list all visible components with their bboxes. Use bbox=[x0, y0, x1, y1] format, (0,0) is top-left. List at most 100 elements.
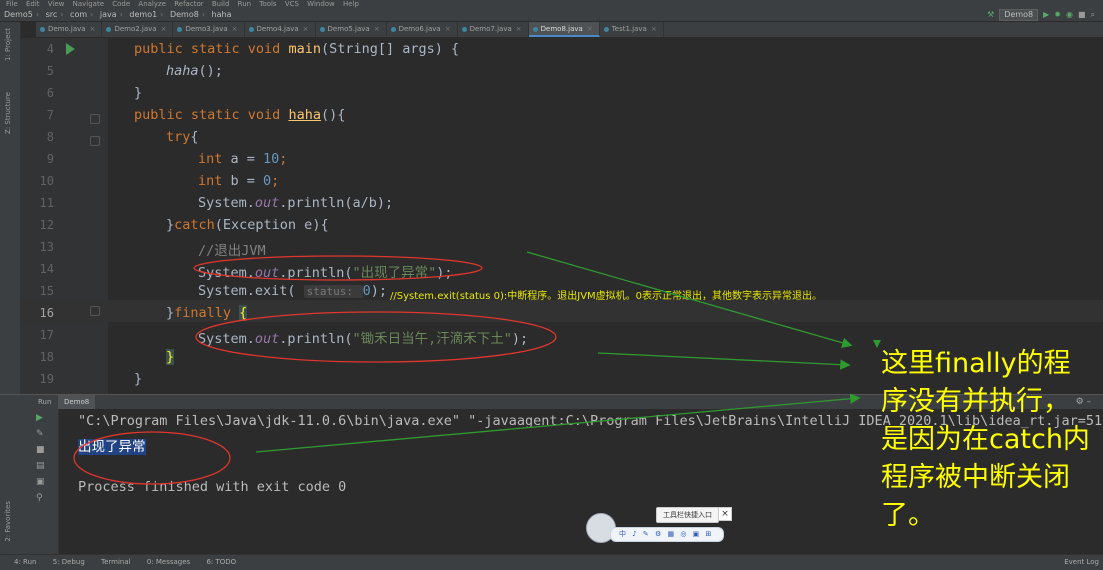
menu-analyze[interactable]: Analyze bbox=[138, 0, 166, 8]
structure-tool-button[interactable]: Z: Structure bbox=[4, 92, 12, 134]
code-line[interactable]: int b = 0; bbox=[198, 173, 279, 189]
favorites-tool-button[interactable]: 2: Favorites bbox=[4, 501, 12, 542]
run-tool-button[interactable]: 4: Run bbox=[14, 558, 36, 566]
breadcrumb-src[interactable]: src bbox=[46, 10, 58, 19]
fold-marker[interactable] bbox=[90, 306, 100, 316]
code-line[interactable]: int a = 10; bbox=[198, 151, 287, 167]
code-text: System. bbox=[198, 195, 255, 211]
run-config-select[interactable]: Demo8 bbox=[999, 8, 1039, 21]
code-line[interactable]: try{ bbox=[166, 129, 199, 145]
close-icon[interactable]: × bbox=[587, 25, 593, 33]
tab-label: Demo.java bbox=[48, 25, 86, 33]
tab-demo4[interactable]: Demo4.java × bbox=[245, 22, 316, 37]
terminal-tool-button[interactable]: Terminal bbox=[101, 558, 131, 566]
stop-icon[interactable]: ■ bbox=[1078, 10, 1086, 19]
rerun-icon[interactable]: ▶ bbox=[36, 413, 43, 423]
ime-widget[interactable]: 工具栏快捷入口 × 中 ♪ ✎ ⚙ ▦ ◎ ▣ ⊞ bbox=[586, 507, 732, 543]
todo-tool-button[interactable]: 6: TODO bbox=[206, 558, 236, 566]
menu-help[interactable]: Help bbox=[343, 0, 359, 8]
tab-demo8[interactable]: Demo8.java × bbox=[528, 22, 600, 37]
close-icon[interactable]: × bbox=[516, 25, 522, 33]
close-icon[interactable]: × bbox=[445, 25, 451, 33]
menu-build[interactable]: Build bbox=[212, 0, 230, 8]
code-line[interactable]: System.out.println("锄禾日当午,汗滴禾下土"); bbox=[198, 327, 528, 347]
menu-code[interactable]: Code bbox=[112, 0, 130, 8]
menu-navigate[interactable]: Navigate bbox=[73, 0, 104, 8]
line-number: 19 bbox=[39, 372, 54, 386]
breadcrumb: Demo5 › src › com › java › demo1 › Demo8 › hah… bbox=[0, 8, 1103, 22]
code-text: (){ bbox=[320, 107, 346, 123]
close-icon[interactable]: × bbox=[161, 25, 167, 33]
close-icon[interactable]: × bbox=[232, 25, 238, 33]
console-output-line: 出现了异常 bbox=[78, 435, 146, 455]
layout-icon[interactable]: ▤ bbox=[36, 461, 45, 471]
fold-marker[interactable] bbox=[90, 114, 100, 124]
arrow-head bbox=[873, 340, 881, 348]
close-icon[interactable]: × bbox=[90, 25, 96, 33]
code-line[interactable]: System.out.println(a/b); bbox=[198, 195, 393, 211]
method-name: main bbox=[288, 41, 321, 57]
selected-text[interactable]: 出现了异常 bbox=[78, 439, 146, 455]
tab-demo7[interactable]: Demo7.java × bbox=[458, 22, 529, 37]
line-number: 17 bbox=[39, 328, 54, 342]
tab-demo5[interactable]: Demo5.java × bbox=[316, 22, 387, 37]
wrench-icon[interactable]: ✎ bbox=[36, 429, 44, 439]
code-line[interactable]: } bbox=[166, 349, 175, 365]
menu-view[interactable]: View bbox=[48, 0, 65, 8]
stop-icon[interactable]: ■ bbox=[36, 445, 45, 455]
breadcrumb-project[interactable]: Demo5 bbox=[4, 10, 33, 19]
search-icon[interactable]: ⌕ bbox=[1091, 10, 1095, 20]
code-line[interactable]: public static void haha(){ bbox=[134, 107, 345, 123]
pin-icon[interactable]: ⚲ bbox=[36, 493, 43, 503]
breadcrumb-separator: › bbox=[60, 10, 64, 19]
code-line[interactable]: }catch(Exception e){ bbox=[166, 217, 329, 233]
run-icon[interactable]: ▶ bbox=[1043, 10, 1049, 19]
messages-tool-button[interactable]: 0: Messages bbox=[147, 558, 190, 566]
menu-run[interactable]: Run bbox=[238, 0, 251, 8]
breadcrumb-method[interactable]: haha bbox=[212, 10, 232, 19]
code-line[interactable]: //退出JVM bbox=[198, 239, 266, 259]
print-icon[interactable]: ▣ bbox=[36, 477, 45, 487]
event-log-button[interactable]: Event Log bbox=[1064, 555, 1099, 570]
tab-label: Demo7.java bbox=[469, 25, 512, 33]
code-line[interactable]: public static void main(String[] args) { bbox=[134, 41, 459, 57]
breadcrumb-separator: › bbox=[201, 10, 205, 19]
breadcrumb-class[interactable]: Demo8 bbox=[170, 10, 199, 19]
coverage-icon[interactable]: ◉ bbox=[1066, 10, 1073, 19]
project-tool-button[interactable]: 1: Project bbox=[4, 28, 12, 61]
code-line[interactable]: } bbox=[134, 85, 142, 101]
close-icon[interactable]: × bbox=[303, 25, 309, 33]
tab-demo3[interactable]: Demo3.java × bbox=[173, 22, 245, 37]
menu-edit[interactable]: Edit bbox=[26, 0, 40, 8]
menu-file[interactable]: File bbox=[6, 0, 18, 8]
close-icon[interactable]: × bbox=[718, 507, 732, 521]
tab-demo6[interactable]: Demo6.java × bbox=[387, 22, 458, 37]
breadcrumb-com[interactable]: com bbox=[70, 10, 87, 19]
breadcrumb-java[interactable]: java bbox=[100, 10, 117, 19]
breadcrumb-demo1[interactable]: demo1 bbox=[129, 10, 157, 19]
close-icon[interactable]: × bbox=[651, 25, 657, 33]
run-gutter-icon[interactable] bbox=[66, 43, 75, 55]
menu-vcs[interactable]: VCS bbox=[285, 0, 299, 8]
tab-demo[interactable]: Demo.java × bbox=[36, 22, 103, 37]
menu-tools[interactable]: Tools bbox=[259, 0, 276, 8]
fold-marker[interactable] bbox=[90, 136, 100, 146]
ime-toolbar[interactable]: 中 ♪ ✎ ⚙ ▦ ◎ ▣ ⊞ bbox=[610, 527, 724, 542]
code-line[interactable]: System.out.println("出现了异常"); bbox=[198, 261, 452, 281]
tab-test1[interactable]: Test1.java × bbox=[600, 22, 664, 37]
code-line[interactable]: haha(); bbox=[166, 63, 223, 79]
code-line[interactable]: } bbox=[134, 371, 142, 387]
code-line[interactable]: System.exit( status: 0); bbox=[198, 283, 387, 299]
matched-brace: { bbox=[239, 305, 248, 321]
breadcrumb-separator: › bbox=[90, 10, 94, 19]
tab-demo2[interactable]: Demo2.java × bbox=[102, 22, 174, 37]
code-line[interactable]: }finally { bbox=[166, 305, 248, 321]
code-text: (String[] args) { bbox=[320, 41, 460, 57]
menu-refactor[interactable]: Refactor bbox=[174, 0, 203, 8]
run-tab[interactable]: Demo8 bbox=[58, 395, 96, 409]
hammer-icon[interactable]: ⚒ bbox=[987, 10, 994, 19]
debug-tool-button[interactable]: 5: Debug bbox=[53, 558, 85, 566]
close-icon[interactable]: × bbox=[374, 25, 380, 33]
menu-window[interactable]: Window bbox=[307, 0, 335, 8]
debug-icon[interactable]: ✹ bbox=[1054, 10, 1061, 19]
